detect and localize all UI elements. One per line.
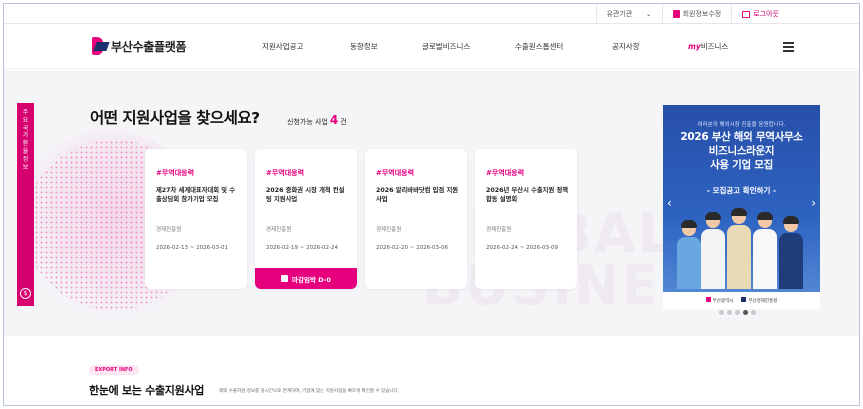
card-org: 경제진흥원 [486,227,512,233]
hamburger-menu-icon[interactable] [783,42,794,52]
main-header: 부산수출플랫폼 지원사업공고 동향정보 글로벌비즈니스 수출원스톱센터 공지사항… [4,25,859,69]
bepa-logo: 부산경제진흥원 [741,297,777,304]
program-card[interactable]: #무역대응력 제27차 세계대표자대회 및 수출상담회 참가기업 모집 경제진흥… [145,149,247,289]
member-info-link[interactable]: 회원정보수정 [661,4,732,24]
banner-footer: 부산광역시 부산경제진흥원 [663,292,820,309]
person-figure [727,208,751,289]
banner-title-line-3: 사용 기업 모집 [710,159,773,171]
deadline-badge: 마감임박 D-0 [255,268,357,289]
card-tag: #무역대응력 [486,169,525,177]
person-figure [779,216,803,289]
export-info-section: EXPORT INFO 한눈에 보는 수출지원사업 해외 수출지원 정보를 실시… [4,337,859,405]
banner-title: 2026 부산 해외 무역사무소 비즈니스라운지 사용 기업 모집 [663,130,820,172]
banner-prev-icon[interactable]: ‹ [667,196,672,210]
nav-export-onestop[interactable]: 수출원스톱센터 [515,41,563,52]
nav-trends[interactable]: 동향정보 [350,41,378,52]
card-title: 2026년 부산시 수출지원 정책 합동 설명회 [486,187,569,203]
chevron-down-icon: ⌄ [645,10,652,18]
logout-link[interactable]: 로그아웃 [731,4,789,24]
banner-next-icon[interactable]: › [811,196,816,210]
pagination-dot[interactable] [727,310,732,315]
exchange-rate-tab[interactable]: 주요국가환율정보 $ [17,103,34,306]
nav-global-business[interactable]: 글로벌비즈니스 [422,41,470,52]
card-date: 2026-02-24 ~ 2026-03-09 [486,245,559,251]
deadline-label: 마감임박 D-0 [292,275,331,284]
count-suffix: 건 [340,118,347,126]
card-date: 2026-02-19 ~ 2026-02-24 [266,245,339,251]
related-org-select[interactable]: 유관기관 ⌄ [595,4,662,24]
card-tag: #무역대응력 [156,169,195,177]
logout-label: 로그아웃 [753,10,779,18]
card-date: 2026-02-20 ~ 2026-03-06 [376,245,449,251]
browser-frame: 유관기관 ⌄ 회원정보수정 로그아웃 부산수출플랫폼 지원사업공고 동향정보 글… [3,3,860,406]
currency-icon: $ [20,288,31,299]
person-figure [753,212,777,289]
count-number: 4 [329,113,339,127]
pagination-dot[interactable] [743,310,748,315]
banner-pagination [719,310,756,315]
card-org: 경제진흥원 [376,227,402,233]
section-description: 해외 수출지원 정보를 실시간으로 연계하여, 기업에 맞는 지원사업을 빠르게… [219,389,400,394]
nav-my-business[interactable]: my비즈니스 [688,41,728,52]
pagination-dot[interactable] [735,310,740,315]
person-figure [701,212,725,289]
hero-section: GLOBAL BUSINESS 주요국가환율정보 $ 어떤 지원사업을 찾으세요… [4,70,859,336]
banner-small-text: 여러분의 해외시장 진출을 응원합니다. [697,122,786,128]
program-card[interactable]: #무역대응력 2026 알리바바닷컴 입점 지원사업 경제진흥원 2026-02… [365,149,467,289]
card-date: 2026-02-13 ~ 2026-03-01 [156,245,229,251]
business-people-illustration [677,201,807,289]
logout-icon [742,10,751,18]
bag-icon [281,275,289,282]
section-title: 한눈에 보는 수출지원사업 [89,384,205,397]
person-figure [677,220,701,289]
document-icon [672,10,680,18]
pagination-dot[interactable] [751,310,756,315]
program-card[interactable]: #무역대응력 2026년 부산시 수출지원 정책 합동 설명회 경제진흥원 20… [475,149,577,289]
main-nav: 지원사업공고 동향정보 글로벌비즈니스 수출원스톱센터 공지사항 my비즈니스 [4,25,859,69]
count-prefix: 신청가능 사업 [287,118,328,126]
program-card[interactable]: #무역대응력 2026 중화권 시장 개척 컨설팅 지원사업 경제진흥원 202… [255,149,357,289]
my-business-label: 비즈니스 [700,42,729,51]
card-org: 경제진흥원 [266,227,292,233]
hero-title: 어떤 지원사업을 찾으세요? [90,109,260,127]
pagination-dot[interactable] [719,310,724,315]
card-title: 2026 중화권 시장 개척 컨설팅 지원사업 [266,187,345,203]
card-title: 2026 알리바바닷컴 입점 지원사업 [376,187,459,203]
card-tag: #무역대응력 [266,169,305,177]
card-title: 제27차 세계대표자대회 및 수출상담회 참가기업 모집 [156,187,236,203]
utility-bar: 유관기관 ⌄ 회원정보수정 로그아웃 [4,4,859,24]
banner-subtitle: - 모집공고 확인하기 - [706,186,777,195]
card-org: 경제진흥원 [156,227,182,233]
banner-title-line-2: 비즈니스라운지 [708,145,775,157]
card-tag: #무역대응력 [376,169,415,177]
exchange-rate-tab-label: 주요국가환율정보 [22,109,29,171]
promo-banner[interactable]: 여러분의 해외시장 진출을 응원합니다. 2026 부산 해외 무역사무소 비즈… [663,105,820,309]
available-count: 신청가능 사업 4 건 [287,113,347,127]
member-info-label: 회원정보수정 [682,10,722,18]
section-pill: EXPORT INFO [89,365,139,375]
nav-notices[interactable]: 공지사항 [612,41,640,52]
my-prefix: my [688,42,701,51]
nav-support-programs[interactable]: 지원사업공고 [262,41,303,52]
related-org-label: 유관기관 [606,10,633,18]
banner-title-line-1: 2026 부산 해외 무역사무소 [680,131,803,143]
busan-city-logo: 부산광역시 [705,297,733,304]
